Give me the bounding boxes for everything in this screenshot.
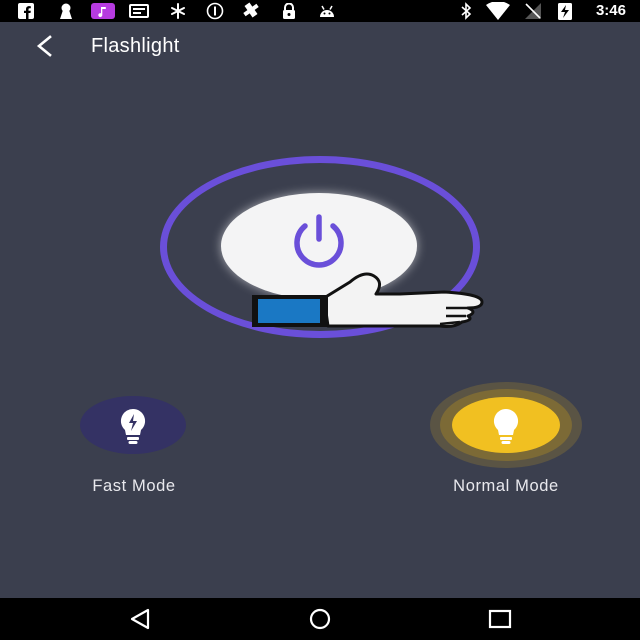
navigation-bar <box>0 598 640 640</box>
bulb-icon <box>493 408 519 444</box>
normal-mode-button[interactable] <box>452 397 560 453</box>
android-icon <box>316 3 338 19</box>
info-circle-icon <box>204 2 226 20</box>
bluetooth-icon <box>458 2 474 20</box>
nav-recents-button[interactable] <box>480 606 520 632</box>
music-app-icon <box>90 3 116 19</box>
bulb-fast-icon <box>120 408 146 444</box>
normal-mode-label: Normal Mode <box>453 477 559 495</box>
lock-icon <box>280 3 298 19</box>
page-title: Flashlight <box>91 35 180 57</box>
battery-charging-icon <box>554 3 576 20</box>
nav-home-button[interactable] <box>300 606 340 632</box>
status-clock: 3:46 <box>595 2 626 19</box>
power-icon <box>294 214 344 268</box>
no-signal-icon <box>522 3 544 19</box>
back-button[interactable] <box>26 30 62 62</box>
square-recents-icon <box>488 609 512 629</box>
chevron-left-icon <box>36 35 52 57</box>
keyhole-icon <box>56 3 76 19</box>
circle-home-icon <box>309 608 331 630</box>
fast-mode-label: Fast Mode <box>92 477 176 495</box>
facebook-icon <box>16 3 36 19</box>
satellite-icon <box>238 2 264 19</box>
nav-back-button[interactable] <box>120 606 160 632</box>
status-bar: 3:46 <box>0 0 640 22</box>
fan-icon <box>168 3 188 19</box>
tray-icon <box>128 3 150 19</box>
fast-mode-button[interactable] <box>80 396 186 454</box>
wifi-icon <box>484 2 512 20</box>
triangle-back-icon <box>130 608 150 630</box>
app-bar: Flashlight <box>0 22 640 70</box>
thumbs-up-pointer-icon <box>252 272 484 328</box>
